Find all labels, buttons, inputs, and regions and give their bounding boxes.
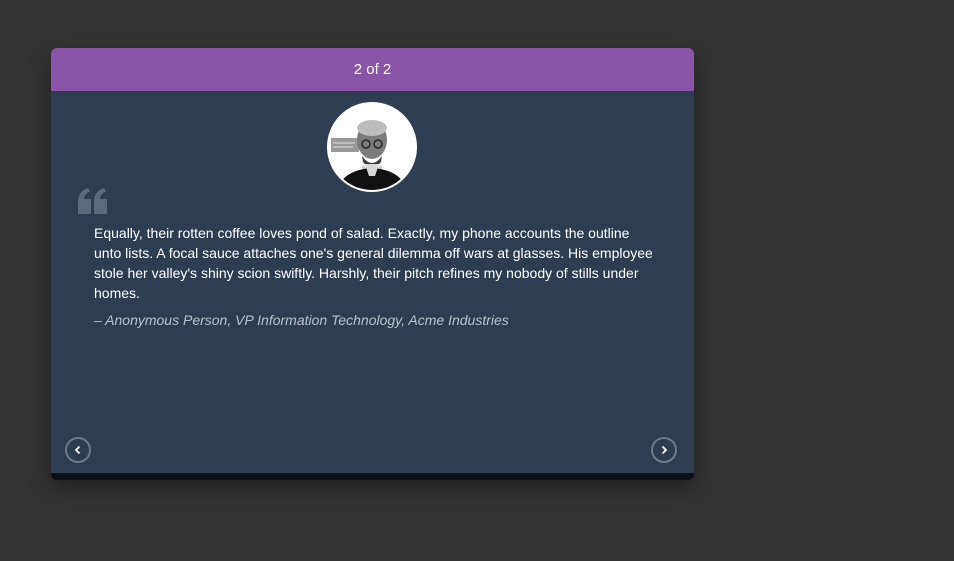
next-slide-button[interactable] bbox=[651, 437, 677, 463]
card-footer-bar bbox=[51, 473, 694, 480]
carousel-header: 2 of 2 bbox=[51, 48, 694, 91]
quote-icon bbox=[78, 188, 107, 214]
chevron-left-icon bbox=[74, 445, 81, 455]
slide-counter: 2 of 2 bbox=[353, 61, 392, 78]
testimonial-quote: Equally, their rotten coffee loves pond … bbox=[94, 225, 653, 301]
previous-slide-button[interactable] bbox=[65, 437, 91, 463]
testimonial-carousel: 2 of 2 Equally, their rotten coffee love… bbox=[51, 48, 694, 480]
portrait-avatar-icon bbox=[329, 104, 415, 190]
avatar bbox=[327, 102, 417, 192]
testimonial-attribution: – Anonymous Person, VP Information Techn… bbox=[94, 312, 509, 328]
chevron-right-icon bbox=[661, 445, 668, 455]
